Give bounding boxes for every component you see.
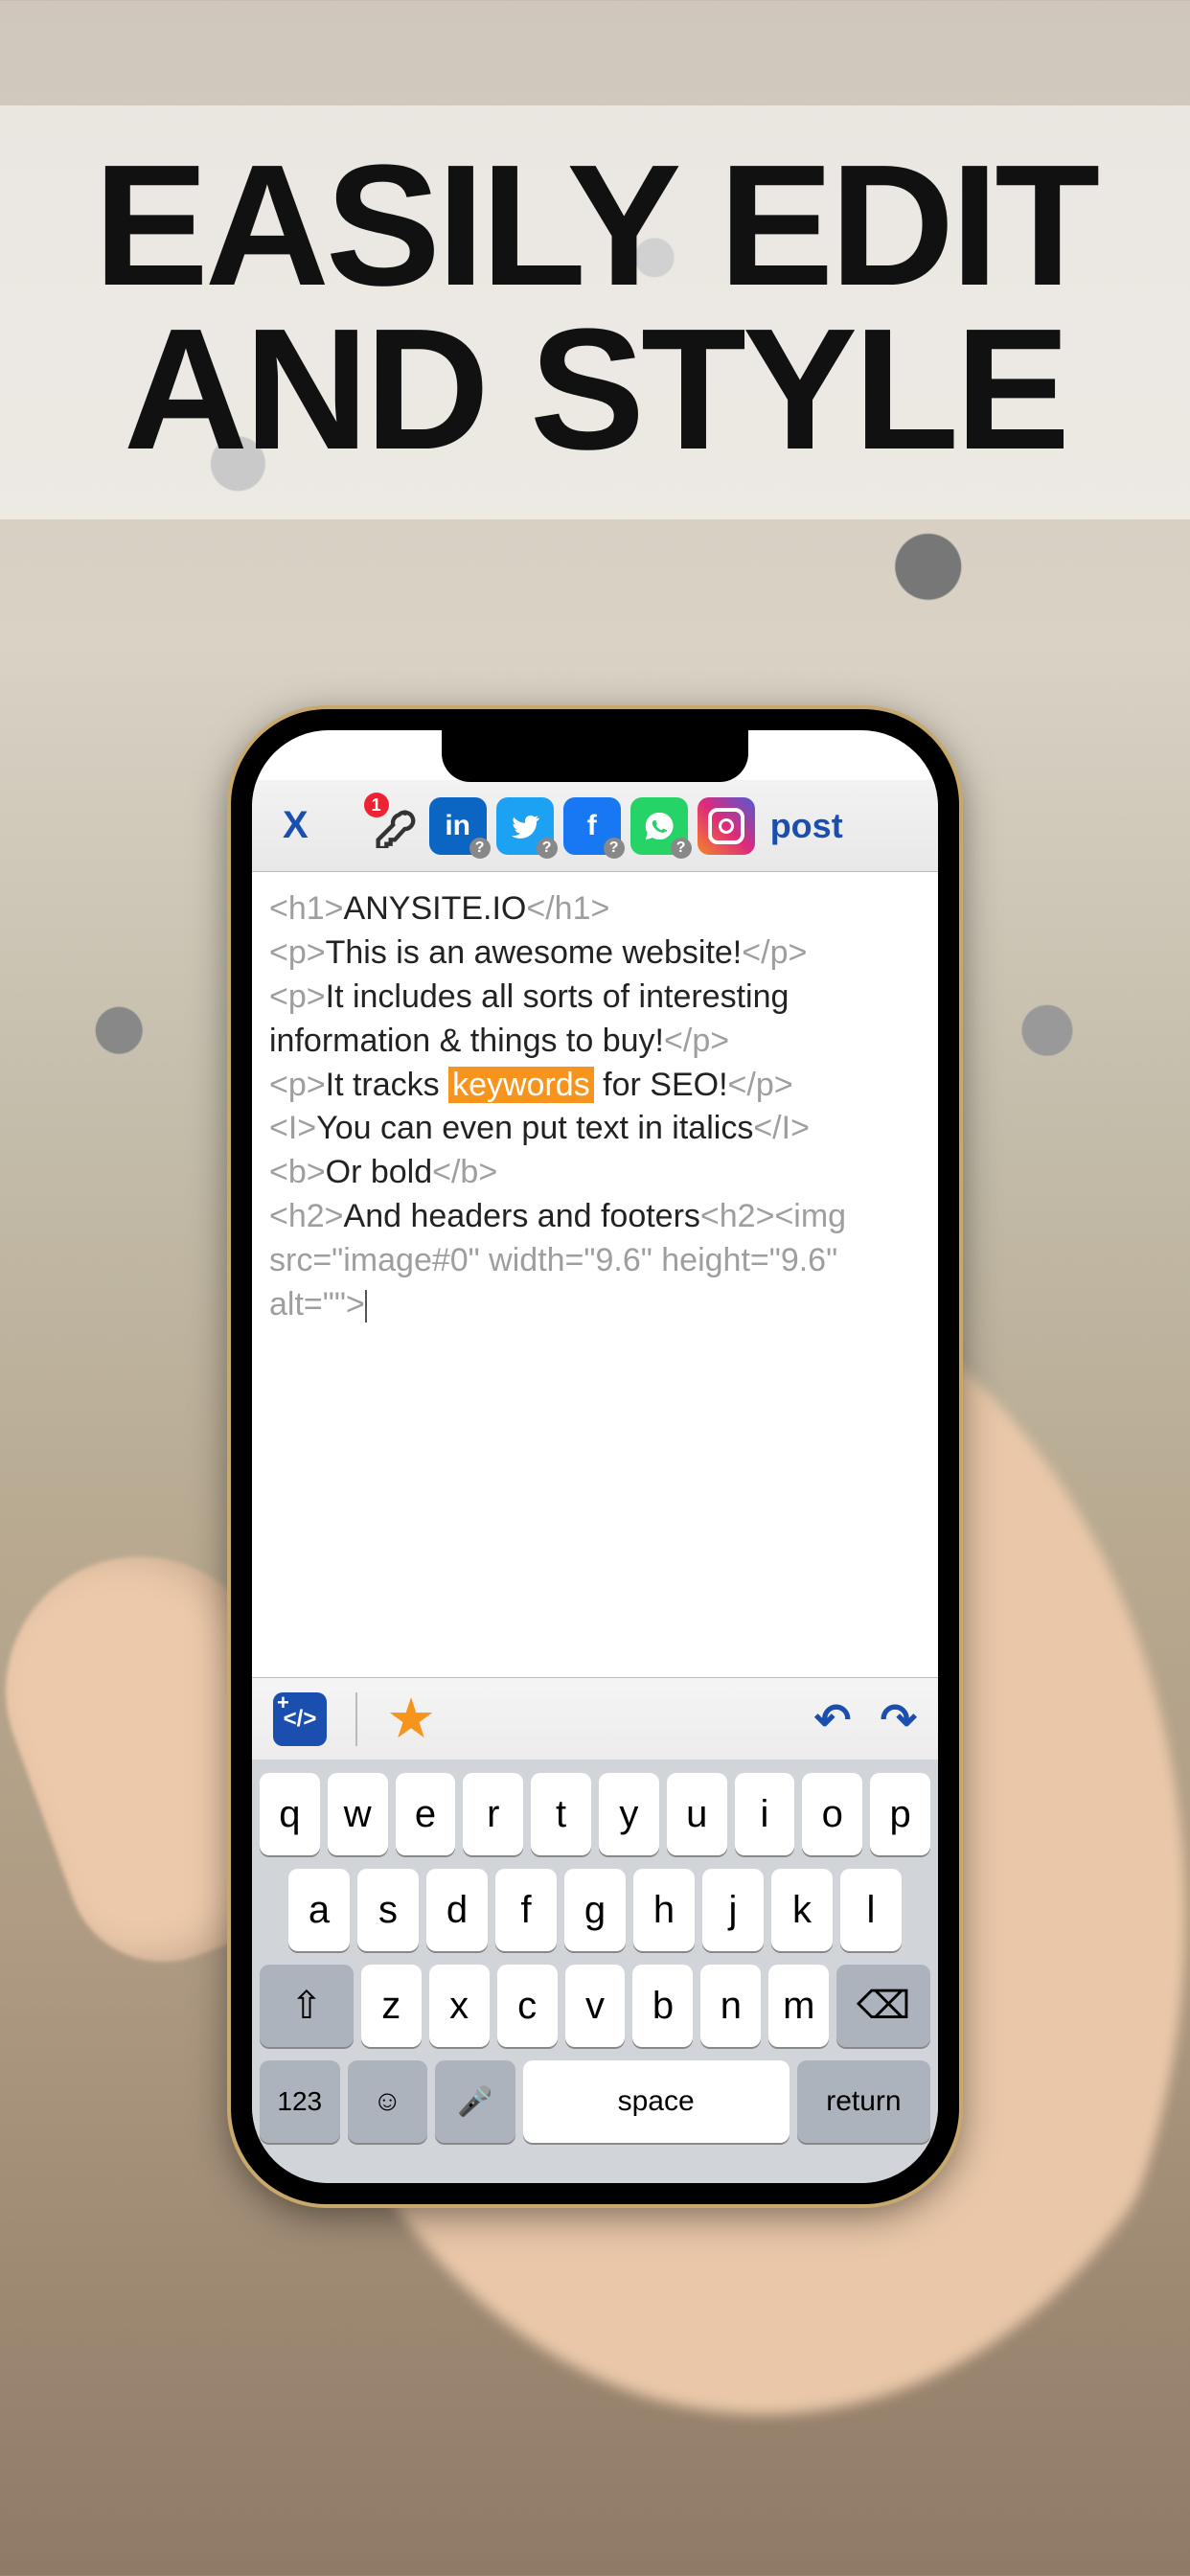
- key-k[interactable]: k: [771, 1869, 833, 1951]
- space-key[interactable]: space: [523, 2060, 790, 2143]
- keyboard-row: asdfghjkl: [260, 1869, 930, 1951]
- key-t[interactable]: t: [531, 1773, 591, 1855]
- editor-text: And headers and footers: [344, 1198, 700, 1234]
- phone-device-frame: X 1 in? ? f? ? post: [231, 709, 959, 2204]
- editor-text: You can even put text in italics: [316, 1110, 753, 1146]
- editor-line: <I>You can even put text in italics</I>: [269, 1107, 921, 1151]
- text-cursor: [365, 1290, 367, 1322]
- status-unknown-icon: ?: [671, 838, 692, 859]
- key-y[interactable]: y: [599, 1773, 659, 1855]
- key-j[interactable]: j: [702, 1869, 764, 1951]
- open-tag: <p>: [269, 978, 326, 1015]
- editor-line: <p>It tracks keywords for SEO!</p>: [269, 1064, 921, 1108]
- close-tag: </h1>: [526, 890, 609, 927]
- keyword-highlight: keywords: [448, 1067, 594, 1103]
- shift-key[interactable]: ⇧: [260, 1965, 354, 2047]
- redo-button[interactable]: ↷: [880, 1693, 917, 1745]
- twitter-icon[interactable]: ?: [496, 797, 554, 855]
- status-unknown-icon: ?: [469, 838, 491, 859]
- key-u[interactable]: u: [667, 1773, 727, 1855]
- key-m[interactable]: m: [768, 1965, 829, 2047]
- key-v[interactable]: v: [565, 1965, 626, 2047]
- close-tag: <h2>: [700, 1198, 775, 1234]
- editor-text: This is an awesome website!: [326, 934, 743, 971]
- close-tag: </p>: [742, 934, 807, 971]
- key-l[interactable]: l: [840, 1869, 902, 1951]
- editor-line: <p>This is an awesome website!</p>: [269, 932, 921, 976]
- keyboard-accessory-bar: </> ★ ↶ ↷: [252, 1677, 938, 1760]
- emoji-key[interactable]: ☺: [348, 2060, 428, 2143]
- key-g[interactable]: g: [564, 1869, 626, 1951]
- open-tag: <I>: [269, 1110, 316, 1146]
- html-editor[interactable]: <h1>ANYSITE.IO</h1> <p>This is an awesom…: [252, 872, 938, 1677]
- close-tag: </b>: [432, 1154, 497, 1190]
- key-s[interactable]: s: [357, 1869, 419, 1951]
- phone-notch: [442, 728, 748, 782]
- facebook-icon[interactable]: f?: [563, 797, 621, 855]
- key-x[interactable]: x: [429, 1965, 490, 2047]
- close-tag: </I>: [753, 1110, 810, 1146]
- star-icon[interactable]: ★: [386, 1691, 436, 1747]
- key-w[interactable]: w: [328, 1773, 388, 1855]
- headline-line-2: AND STYLE: [0, 308, 1190, 472]
- post-button[interactable]: post: [770, 806, 843, 846]
- phone-screen: X 1 in? ? f? ? post: [252, 730, 938, 2183]
- key-a[interactable]: a: [288, 1869, 350, 1951]
- editor-line: <p>It includes all sorts of interesting …: [269, 976, 921, 1064]
- editor-topbar: X 1 in? ? f? ? post: [252, 780, 938, 872]
- key-r[interactable]: r: [463, 1773, 523, 1855]
- instagram-icon[interactable]: [698, 797, 755, 855]
- marketing-headline: EASILY EDIT AND STYLE: [0, 105, 1190, 519]
- divider: [355, 1692, 357, 1746]
- open-tag: <h2>: [269, 1198, 344, 1234]
- whatsapp-icon[interactable]: ?: [630, 797, 688, 855]
- keyboard-row: qwertyuiop: [260, 1773, 930, 1855]
- key-e[interactable]: e: [396, 1773, 456, 1855]
- key-c[interactable]: c: [497, 1965, 558, 2047]
- key-o[interactable]: o: [802, 1773, 862, 1855]
- return-key[interactable]: return: [797, 2060, 930, 2143]
- keyboard-row: ⇧ zxcvbnm ⌫: [260, 1965, 930, 2047]
- key-i[interactable]: i: [735, 1773, 795, 1855]
- close-tag: </p>: [728, 1067, 793, 1103]
- open-tag: <h1>: [269, 890, 344, 927]
- open-tag: <b>: [269, 1154, 326, 1190]
- mic-key[interactable]: 🎤: [435, 2060, 515, 2143]
- keyboard-row-inner: zxcvbnm: [361, 1965, 830, 2047]
- close-tag: </p>: [664, 1023, 729, 1059]
- status-unknown-icon: ?: [537, 838, 558, 859]
- backspace-key[interactable]: ⌫: [836, 1965, 930, 2047]
- key-icon-wrap[interactable]: 1: [370, 798, 420, 853]
- editor-line: <b>Or bold</b>: [269, 1151, 921, 1195]
- key-n[interactable]: n: [700, 1965, 761, 2047]
- key-z[interactable]: z: [361, 1965, 422, 2047]
- notification-badge: 1: [364, 793, 389, 817]
- status-unknown-icon: ?: [604, 838, 625, 859]
- open-tag: <p>: [269, 1067, 326, 1103]
- headline-line-1: EASILY EDIT: [0, 144, 1190, 308]
- keyboard-row: 123 ☺ 🎤 space return: [260, 2060, 930, 2143]
- code-icon: </>: [284, 1706, 317, 1733]
- numbers-key[interactable]: 123: [260, 2060, 340, 2143]
- ios-keyboard: qwertyuiop asdfghjkl ⇧ zxcvbnm ⌫ 123 ☺ 🎤…: [252, 1760, 938, 2183]
- editor-text: ANYSITE.IO: [344, 890, 527, 927]
- close-button[interactable]: X: [269, 804, 322, 847]
- open-tag: <p>: [269, 934, 326, 971]
- key-d[interactable]: d: [426, 1869, 488, 1951]
- editor-text: It tracks: [326, 1067, 448, 1103]
- key-f[interactable]: f: [495, 1869, 557, 1951]
- linkedin-icon[interactable]: in?: [429, 797, 487, 855]
- insert-tag-button[interactable]: </>: [273, 1692, 327, 1746]
- editor-line: <h2>And headers and footers<h2><img src=…: [269, 1195, 921, 1327]
- editor-text: Or bold: [326, 1154, 433, 1190]
- undo-button[interactable]: ↶: [814, 1693, 852, 1745]
- editor-line: <h1>ANYSITE.IO</h1>: [269, 887, 921, 932]
- key-q[interactable]: q: [260, 1773, 320, 1855]
- key-b[interactable]: b: [632, 1965, 693, 2047]
- editor-text: for SEO!: [594, 1067, 728, 1103]
- key-h[interactable]: h: [633, 1869, 695, 1951]
- key-p[interactable]: p: [870, 1773, 930, 1855]
